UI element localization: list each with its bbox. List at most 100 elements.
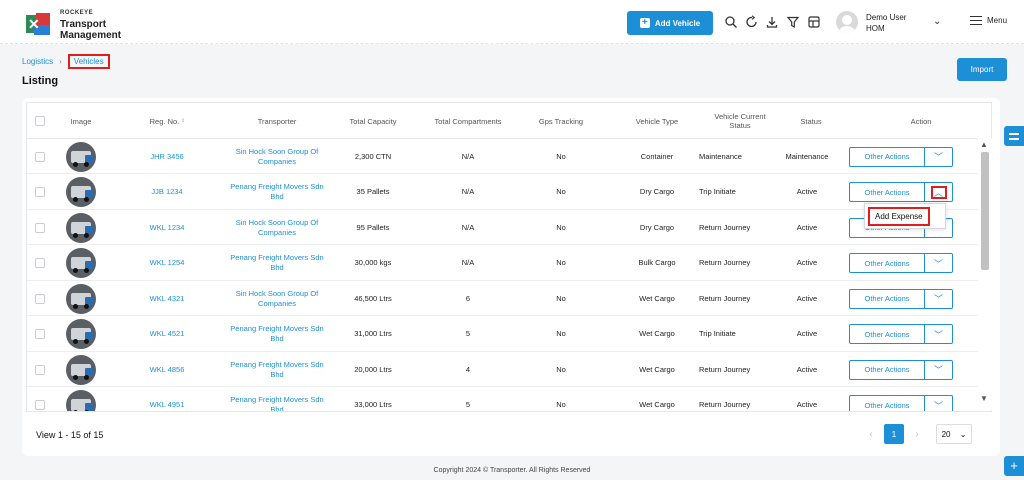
menu-button[interactable]: Menu <box>970 16 1007 25</box>
chevron-down-icon[interactable]: ⌄ <box>933 16 941 27</box>
row-checkbox[interactable] <box>35 400 45 410</box>
page-title: Listing <box>22 75 59 87</box>
breadcrumb-logistics[interactable]: Logistics <box>22 57 53 66</box>
add-expense-menu-item[interactable]: Add Expense <box>868 206 930 226</box>
scroll-down-icon[interactable]: ▼ <box>980 394 988 403</box>
transporter-link[interactable]: Sin Hock Soon Group Of Companies <box>227 139 327 174</box>
action-cell: Other Actions ﹀ <box>841 352 961 387</box>
user-info[interactable]: Demo User HOM <box>866 12 906 34</box>
transporter-link[interactable]: Penang Freight Movers Sdn Bhd <box>227 317 327 352</box>
page-size-select[interactable]: 20 ⌄ <box>936 424 972 444</box>
row-checkbox[interactable] <box>35 222 45 233</box>
prev-page-icon[interactable]: ‹ <box>866 429 876 440</box>
transporter-link[interactable]: Penang Freight Movers Sdn Bhd <box>227 175 327 210</box>
other-actions-button[interactable]: Other Actions <box>849 359 925 380</box>
reg-no-link[interactable]: WKL 4521 <box>137 317 197 352</box>
vehicle-thumbnail-icon[interactable] <box>66 248 96 278</box>
import-button[interactable]: Import <box>957 58 1007 81</box>
action-dropdown-toggle[interactable]: ︿ <box>925 182 953 202</box>
capacity-cell: 2,300 CTN <box>354 151 392 161</box>
reg-no-link[interactable]: WKL 4321 <box>137 281 197 316</box>
row-select-cell <box>27 317 53 352</box>
vehicle-thumbnail-icon[interactable] <box>66 390 96 411</box>
transporter-link[interactable]: Sin Hock Soon Group Of Companies <box>227 281 327 316</box>
table-row: JJB 1234 Penang Freight Movers Sdn Bhd 35 … <box>27 175 979 210</box>
current-status-cell: Return Journey <box>699 222 751 232</box>
status-cell: Active <box>796 293 818 303</box>
row-checkbox[interactable] <box>35 329 45 339</box>
transporter-link[interactable]: Sin Hock Soon Group Of Companies <box>227 210 327 245</box>
scroll-up-icon[interactable]: ▲ <box>980 140 988 149</box>
gps-cell: No <box>556 187 566 196</box>
status-cell: Active <box>796 329 818 338</box>
chevron-down-icon: ﹀ <box>933 329 943 340</box>
table-scrollbar[interactable]: ▲ ▼ <box>978 138 992 410</box>
compartments-cell: 5 <box>465 400 471 409</box>
scroll-thumb[interactable] <box>981 152 989 270</box>
status-cell: Active <box>796 400 818 409</box>
row-checkbox[interactable] <box>35 187 45 197</box>
chevron-up-icon: ︿ <box>930 185 947 199</box>
action-dropdown-toggle[interactable]: ﹀ <box>925 395 953 411</box>
action-cell: Other Actions ﹀ <box>841 281 961 316</box>
table-row: WKL 4521 Penang Freight Movers Sdn Bhd 31,… <box>27 317 979 352</box>
breadcrumb-vehicles[interactable]: Vehicles <box>67 54 110 69</box>
vehicle-image-cell <box>53 210 109 245</box>
transporter-link[interactable]: Penang Freight Movers Sdn Bhd <box>227 388 327 411</box>
action-dropdown-toggle[interactable]: ﹀ <box>925 288 953 309</box>
vehicle-thumbnail-icon[interactable] <box>66 354 96 385</box>
other-actions-button[interactable]: Other Actions <box>849 324 925 344</box>
other-actions-button[interactable]: Other Actions <box>849 253 925 273</box>
capacity-cell: 30,000 kgs <box>354 258 392 267</box>
compartments-cell: 4 <box>465 364 471 374</box>
gps-cell: No <box>556 293 566 303</box>
breadcrumb-separator-icon: › <box>59 57 62 66</box>
reg-no-link[interactable]: WKL 4951 <box>137 388 197 412</box>
other-actions-button[interactable]: Other Actions <box>849 395 925 411</box>
vehicle-thumbnail-icon[interactable] <box>66 319 96 349</box>
vehicle-thumbnail-icon[interactable] <box>66 141 96 172</box>
next-page-icon[interactable]: › <box>912 429 922 440</box>
add-vehicle-button[interactable]: + Add Vehicle <box>627 11 713 35</box>
user-avatar[interactable] <box>836 11 858 33</box>
reg-no-link[interactable]: WKL 1254 <box>137 246 197 281</box>
action-dropdown-toggle[interactable]: ﹀ <box>925 324 953 344</box>
select-all-checkbox[interactable] <box>35 116 45 126</box>
filter-icon[interactable] <box>786 15 800 29</box>
compartments-cell: 5 <box>465 329 471 338</box>
layout-icon[interactable] <box>807 15 821 29</box>
other-actions-button[interactable]: Other Actions <box>849 146 925 167</box>
other-actions-button[interactable]: Other Actions <box>849 288 925 309</box>
row-checkbox[interactable] <box>35 151 45 162</box>
reg-no-link[interactable]: WKL 4856 <box>137 352 197 387</box>
side-settings-icon[interactable] <box>1004 126 1024 146</box>
reg-no-link[interactable]: WKL 1234 <box>137 210 197 245</box>
vehicle-thumbnail-icon[interactable] <box>66 177 96 207</box>
refresh-icon[interactable] <box>745 15 759 29</box>
action-dropdown-toggle[interactable]: ﹀ <box>925 146 953 167</box>
vehicles-table: Image Reg. No. ↕ Transporter Total Capac… <box>26 102 992 412</box>
header-reg-no[interactable]: Reg. No. ↕ <box>137 103 197 139</box>
row-checkbox[interactable] <box>35 293 45 304</box>
row-checkbox[interactable] <box>35 364 45 375</box>
footer-copyright: Copyright 2024 © Transporter. All Rights… <box>433 467 591 474</box>
vehicle-type-cell: Bulk Cargo <box>638 258 676 267</box>
reg-no-link[interactable]: JJB 1234 <box>137 175 197 210</box>
reg-no-link[interactable]: JHR 3456 <box>137 139 197 174</box>
page-number[interactable]: 1 <box>884 424 904 444</box>
transporter-link[interactable]: Penang Freight Movers Sdn Bhd <box>227 246 327 281</box>
download-icon[interactable] <box>765 15 779 29</box>
logo[interactable]: ✕ ROCKEYE Transport Management <box>24 8 121 41</box>
breadcrumb: Logistics › Vehicles <box>22 54 110 69</box>
action-dropdown-toggle[interactable]: ﹀ <box>925 253 953 273</box>
other-actions-button[interactable]: Other Actions <box>849 182 925 202</box>
action-dropdown-toggle[interactable]: ﹀ <box>925 359 953 380</box>
transporter-link[interactable]: Penang Freight Movers Sdn Bhd <box>227 352 327 387</box>
vehicle-thumbnail-icon[interactable] <box>66 283 96 314</box>
gps-cell: No <box>556 222 566 232</box>
row-checkbox[interactable] <box>35 258 45 268</box>
search-icon[interactable] <box>724 15 738 29</box>
gps-cell: No <box>556 329 566 338</box>
chevron-down-icon: ﹀ <box>933 294 943 304</box>
vehicle-thumbnail-icon[interactable] <box>66 212 96 243</box>
